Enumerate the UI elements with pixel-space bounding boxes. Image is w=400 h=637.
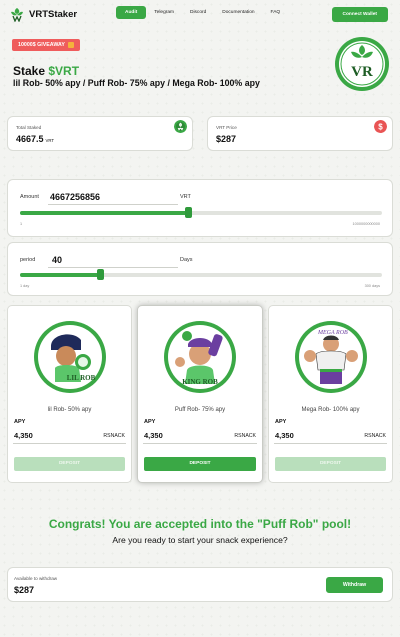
top-nav: VRTStaker Audit Telegram Discord Documen… [0,0,400,28]
page-title-prefix: Stake [13,64,49,78]
period-unit: Days [180,257,193,263]
amount-slider-card: Amount 4667256856 VRT 1 1000000000000 [7,179,393,237]
pool-apy-label: APY [14,419,26,425]
total-staked-amount: 4667.5 [16,134,44,144]
mega-rob-avatar-icon: MEGA ROB [294,321,367,393]
total-staked-label: Total Staked [16,125,42,130]
pool-amount: 4,350 [14,431,33,440]
pool-card-lil-rob[interactable]: LIL ROB lil Rob- 50% apy APY 4,350 RSNAC… [7,305,132,483]
giveaway-banner[interactable]: 10000$ GIVEAWAY [12,39,80,51]
pool-name: Mega Rob- 100% apy [301,407,360,413]
leaf-logo-icon [11,8,23,22]
apy-summary: lil Rob- 50% apy / Puff Rob- 75% apy / M… [13,78,260,88]
lil-rob-avatar-icon: LIL ROB [33,321,106,393]
pool-name: Puff Rob- 75% apy [174,407,226,413]
pool-unit: RSNACK [234,433,256,439]
period-slider-fill [20,273,100,277]
period-slider-card: period 40 Days 1 day 300 days [7,242,393,296]
pool-amount: 4,350 [275,431,294,440]
app-name: VRTStaker [29,8,78,20]
pool-apy-label: APY [144,419,156,425]
period-min-label: 1 day [20,284,30,288]
total-staked-value: 4667.5 VRT [16,134,54,144]
period-slider-thumb[interactable] [96,269,104,280]
withdraw-value: $287 [14,585,35,595]
deposit-button-mega-rob[interactable]: DEPOSIT [275,457,386,471]
pool-apy-label: APY [275,419,287,425]
total-staked-card: Total Staked 4667.5 VRT [7,116,193,151]
period-max-label: 300 days [364,284,380,288]
logo[interactable]: VRTStaker [9,6,77,22]
svg-text:$: $ [378,123,383,132]
nav-link-faq[interactable]: FAQ [263,6,289,19]
nav-links: Audit Telegram Discord Documentation FAQ [116,6,288,19]
vrt-price-label: VRT Price [216,125,237,130]
pool-card-puff-rob[interactable]: KING ROB Puff Rob- 75% apy APY 4,350 RSN… [137,305,263,483]
pool-divider [13,443,126,444]
vr-badge-text: VR [351,64,373,80]
nav-link-discord[interactable]: Discord [182,6,214,19]
vrt-price-card: VRT Price $287 $ [207,116,393,151]
nav-link-audit[interactable]: Audit [116,6,147,19]
deposit-button-lil-rob[interactable]: DEPOSIT [14,457,125,471]
nav-link-documentation[interactable]: Documentation [214,6,262,19]
amount-unit: VRT [180,194,191,200]
amount-slider-fill [20,211,189,215]
pool-unit: RSNACK [103,433,125,439]
giveaway-text: 10000$ GIVEAWAY [18,42,65,48]
amount-min-label: 1 [20,222,23,226]
vr-badge-icon: VR [335,37,389,91]
period-input[interactable]: 40 [52,255,62,265]
vrt-price-value: $287 [216,134,237,144]
ready-question: Are you ready to start your snack experi… [112,535,288,545]
congrats-message: Congrats! You are accepted into the "Puf… [48,517,352,531]
pool-amount: 4,350 [144,431,163,440]
amount-input[interactable]: 4667256856 [50,192,100,202]
puff-rob-avatar-icon: KING ROB [164,321,236,393]
page-title: Stake $VRT [13,64,79,78]
withdraw-card: Available to withdraw $287 Withdraw [7,567,393,602]
amount-slider-thumb[interactable] [185,207,193,218]
gift-icon [67,42,74,48]
pool-card-mega-rob[interactable]: MEGA ROB Mega Rob- 100% apy APY 4,350 RS… [268,305,393,483]
amount-label: Amount [20,194,39,200]
deposit-button-puff-rob[interactable]: DEPOSIT [144,457,256,471]
pool-unit: RSNACK [364,433,386,439]
pool-name: lil Rob- 50% apy [47,407,92,413]
king-rob-logo-text: KING ROB [182,378,218,386]
total-staked-unit: VRT [45,138,55,143]
period-underline [48,267,178,268]
mega-rob-caption-text: MEGA ROB [317,330,348,336]
pool-divider [274,443,387,444]
period-label: period [20,257,36,263]
withdraw-label: Available to withdraw [14,576,58,581]
dollar-coin-icon: $ [374,120,387,133]
connect-wallet-button[interactable]: Connect Wallet [331,7,388,22]
page-title-ticker: $VRT [48,64,80,78]
leaf-coin-icon [174,120,187,133]
period-slider-track[interactable] [20,269,382,280]
amount-max-label: 1000000000000 [352,222,380,226]
withdraw-button[interactable]: Withdraw [326,577,383,593]
lil-rob-logo-text: LIL ROB [66,374,95,382]
amount-slider-track[interactable] [20,207,382,218]
pool-divider [143,443,257,444]
amount-underline [48,204,178,205]
nav-link-telegram[interactable]: Telegram [146,6,182,19]
